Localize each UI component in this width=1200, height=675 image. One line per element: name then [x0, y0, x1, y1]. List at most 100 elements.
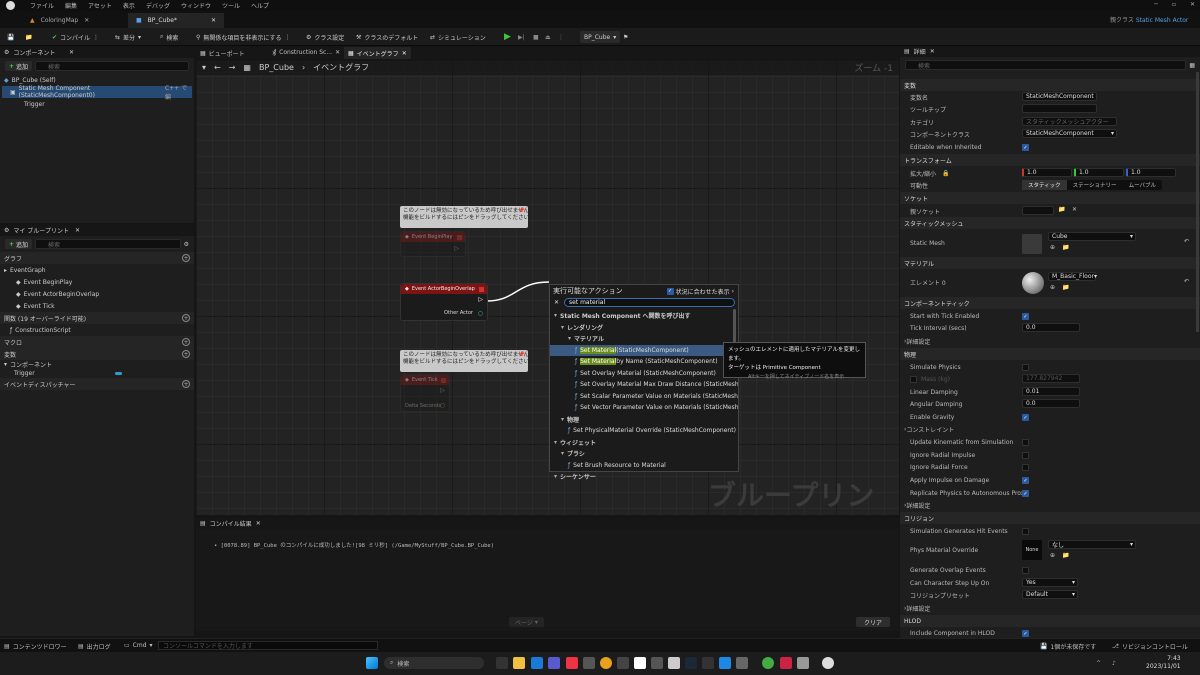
scale-y-field[interactable]: 1.0 [1074, 168, 1124, 177]
tooltip-field[interactable] [1022, 104, 1097, 113]
app-icon[interactable] [736, 657, 748, 669]
section-graphs[interactable]: グラフ + [0, 252, 194, 264]
tab-bp-cube[interactable]: ■ BP_Cube* ✕ [128, 13, 224, 28]
start-tick-checkbox[interactable]: ✓ [1022, 313, 1029, 320]
app-icon[interactable] [797, 657, 809, 669]
variable-trigger[interactable]: Trigger [0, 369, 194, 378]
stop-button[interactable]: ■ [533, 31, 539, 43]
context-category[interactable]: ▾ シーケンサー [550, 471, 738, 483]
lock-icon[interactable]: 🔒 [942, 170, 949, 177]
static-mesh-dropdown[interactable]: Cube ▾ [1048, 232, 1136, 241]
exec-pin-icon[interactable]: ▷ [440, 387, 445, 394]
media-icon[interactable] [566, 657, 578, 669]
debug-object-dropdown[interactable]: BP_Cube ▾ [580, 31, 621, 43]
exec-pin-icon[interactable]: ▷ [454, 245, 459, 252]
unsaved-button[interactable]: 💾 1個が未保存です [1040, 642, 1096, 651]
clear-icon[interactable]: ✕ [1072, 206, 1077, 213]
clock[interactable]: 7:43 2023/11/01 [1146, 655, 1181, 671]
node-event-beginplay[interactable]: ◆ Event BeginPlay ▷ [400, 231, 466, 257]
scale-x-field[interactable]: 1.0 [1022, 168, 1072, 177]
close-icon[interactable]: ✕ [930, 48, 935, 55]
chrome-icon[interactable] [600, 657, 612, 669]
section-hlod[interactable]: HLOD [900, 615, 1200, 627]
file-explorer-icon[interactable] [513, 657, 525, 669]
play-button[interactable]: ▶ [504, 31, 511, 43]
material-sphere-icon[interactable] [1022, 272, 1044, 294]
close-icon[interactable]: ✕ [1190, 1, 1195, 8]
node-comment[interactable]: このノードは無効になっているため呼び出せません。 機能をビルドするにはピンをドラ… [400, 206, 535, 228]
delegate-pin-icon[interactable] [479, 286, 484, 292]
diff-button[interactable]: ⇆ 差分 ▾ [115, 31, 141, 43]
context-action-item[interactable]: ƒ Set Overlay Material Max Draw Distance … [550, 379, 738, 391]
revision-control-button[interactable]: ⎇ リビジョンコントロール [1112, 642, 1188, 651]
tab-construction[interactable]: ƒ Construction Sc... ✕ [274, 49, 340, 56]
details-search-input[interactable]: 検索 [905, 60, 1187, 70]
section-materials[interactable]: マテリアル [900, 257, 1200, 269]
menu-file[interactable]: ファイル [30, 1, 54, 10]
add-variable-icon[interactable]: + [182, 350, 190, 358]
context-action-item[interactable]: ƒ Set Material (StaticMeshComponent) [550, 344, 738, 356]
menu-edit[interactable]: 編集 [65, 1, 77, 10]
teams-icon[interactable] [548, 657, 560, 669]
tab-coloringmap[interactable]: ▲ ColoringMap ✕ [22, 13, 97, 28]
use-selected-icon[interactable]: ⊕ [1050, 244, 1055, 251]
gear-icon[interactable]: ⚙ [184, 241, 189, 248]
mobility-movable-option[interactable]: ムーバブル [1123, 180, 1162, 190]
section-functions[interactable]: 関数 (19 オーバーライド可能) + [0, 312, 194, 324]
context-action-item[interactable]: ƒ Set Vector Parameter Value on Materials… [550, 402, 738, 414]
node-comment[interactable]: このノードは無効になっているため呼び出せません。 機能をビルドするにはピンをドラ… [400, 350, 535, 372]
menu-help[interactable]: ヘルプ [251, 1, 269, 10]
material-dropdown[interactable]: M_Basic_Floor ▾ [1048, 272, 1097, 281]
row-constraints[interactable]: › コンストレイント [904, 423, 954, 435]
section-transform[interactable]: トランスフォーム [900, 154, 1200, 166]
pin-icon[interactable]: 📌 [518, 352, 525, 359]
replicate-physics-checkbox[interactable]: ✓ [1022, 490, 1029, 497]
collision-presets-dropdown[interactable]: Default ▾ [1022, 590, 1078, 599]
menu-debug[interactable]: デバッグ [146, 1, 170, 10]
section-macros[interactable]: マクロ + [0, 336, 194, 348]
context-action-item[interactable]: ƒ Set Brush Resource to Material [550, 460, 738, 472]
tree-item-overlap[interactable]: ◆ Event ActorBeginOverlap [0, 288, 194, 300]
mobility-static-option[interactable]: スタティック [1022, 180, 1067, 190]
mass-field[interactable]: 177.827942 [1022, 374, 1080, 383]
simulation-button[interactable]: ⇄ シミュレーション [430, 31, 486, 43]
use-selected-icon[interactable]: ⊕ [1050, 284, 1055, 291]
debug-filter-icon[interactable]: ⚑ [623, 31, 628, 43]
more-icon[interactable]: ⋮ [284, 34, 290, 41]
context-action-item[interactable]: ƒ Set Scalar Parameter Value on Materials… [550, 391, 738, 403]
save-icon[interactable]: 💾 [7, 31, 14, 43]
menu-window[interactable]: ウィンドウ [181, 1, 211, 10]
browse-icon[interactable]: 📁 [25, 31, 32, 43]
node-event-actor-begin-overlap[interactable]: ◆ Event ActorBeginOverlap ▷ Other Actor ○ [400, 283, 488, 321]
section-variables[interactable]: 変数 + [0, 348, 194, 360]
parent-socket-field[interactable] [1022, 206, 1054, 215]
context-category[interactable]: ▾ マテリアル [550, 333, 738, 345]
task-view-icon[interactable] [496, 657, 508, 669]
steam-icon[interactable] [685, 657, 697, 669]
can-step-dropdown[interactable]: Yes ▾ [1022, 578, 1078, 587]
phys-material-dropdown[interactable]: なし ▾ [1048, 540, 1136, 549]
app-icon[interactable] [780, 657, 792, 669]
tray-chevron-icon[interactable]: ^ [1096, 660, 1101, 667]
mass-override-checkbox[interactable] [910, 375, 917, 383]
app-icon[interactable] [651, 657, 663, 669]
reset-icon[interactable]: ↶ [1184, 278, 1189, 285]
angular-damping-field[interactable]: 0.0 [1022, 399, 1080, 408]
close-icon[interactable]: ✕ [75, 227, 80, 234]
more-icon[interactable]: ⋮ [93, 34, 99, 41]
cmd-dropdown[interactable]: ▭ Cmd ▾ [124, 642, 153, 649]
mobility-stationary-option[interactable]: ステーショナリー [1067, 180, 1123, 190]
parent-class-link[interactable]: Static Mesh Actor [1136, 17, 1189, 24]
class-settings-button[interactable]: ⚙ クラス設定 [306, 31, 344, 43]
include-hlod-checkbox[interactable]: ✓ [1022, 630, 1029, 637]
tray-icon[interactable]: ♪ [1112, 660, 1116, 667]
section-variable[interactable]: 変数 [900, 79, 1200, 91]
tree-item-eventgraph[interactable]: ▸ EventGraph [0, 264, 194, 276]
epic-icon[interactable] [702, 657, 714, 669]
clear-button[interactable]: クリア [856, 617, 891, 627]
taskbar-search[interactable]: ⌕ 検索 [384, 657, 484, 669]
context-sensitive-toggle[interactable]: ✓ 状況に合わせた表示 › [666, 287, 734, 296]
menu-asset[interactable]: アセット [88, 1, 112, 10]
add-macro-icon[interactable]: + [182, 338, 190, 346]
close-icon[interactable]: ✕ [256, 520, 261, 527]
